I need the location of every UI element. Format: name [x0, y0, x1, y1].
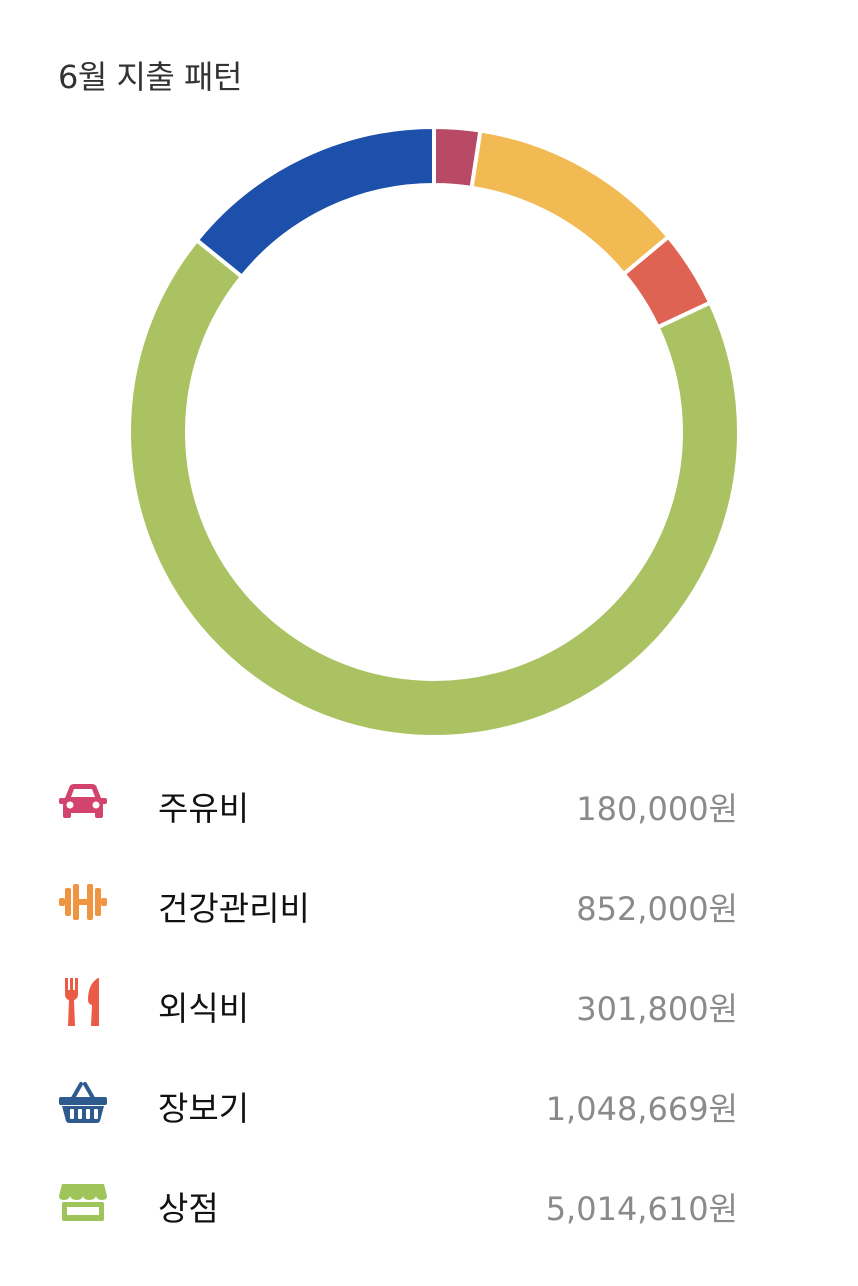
legend-label: 외식비	[158, 989, 250, 1028]
legend-row-dining[interactable]: 외식비 301,800원	[0, 952, 858, 1052]
legend-amount: 852,000원	[576, 890, 738, 928]
legend-amount: 180,000원	[576, 790, 738, 828]
legend-row-health[interactable]: 건강관리비 852,000원	[0, 852, 858, 952]
legend-amount: 5,014,610원	[545, 1190, 738, 1228]
donut-slice-2[interactable]	[469, 128, 672, 277]
car-icon	[59, 784, 107, 818]
legend-label: 주유비	[158, 789, 250, 828]
legend-label: 상점	[158, 1189, 219, 1228]
basket-icon	[59, 1082, 107, 1123]
legend-row-fuel[interactable]: 주유비 180,000원	[0, 752, 858, 852]
legend-label: 장보기	[158, 1089, 250, 1128]
donut-chart	[127, 124, 741, 739]
legend-row-grocery[interactable]: 장보기 1,048,669원	[0, 1052, 858, 1152]
legend-label: 건강관리비	[158, 889, 310, 928]
fork-knife-icon	[65, 978, 99, 1026]
donut-slice-4[interactable]	[194, 124, 436, 280]
legend-amount: 301,800원	[576, 990, 738, 1028]
store-icon	[59, 1184, 107, 1221]
donut-slice-5[interactable]	[127, 237, 741, 739]
dumbbell-icon	[59, 884, 107, 920]
legend-amount: 1,048,669원	[545, 1090, 738, 1128]
legend-row-store[interactable]: 상점 5,014,610원	[0, 1152, 858, 1252]
